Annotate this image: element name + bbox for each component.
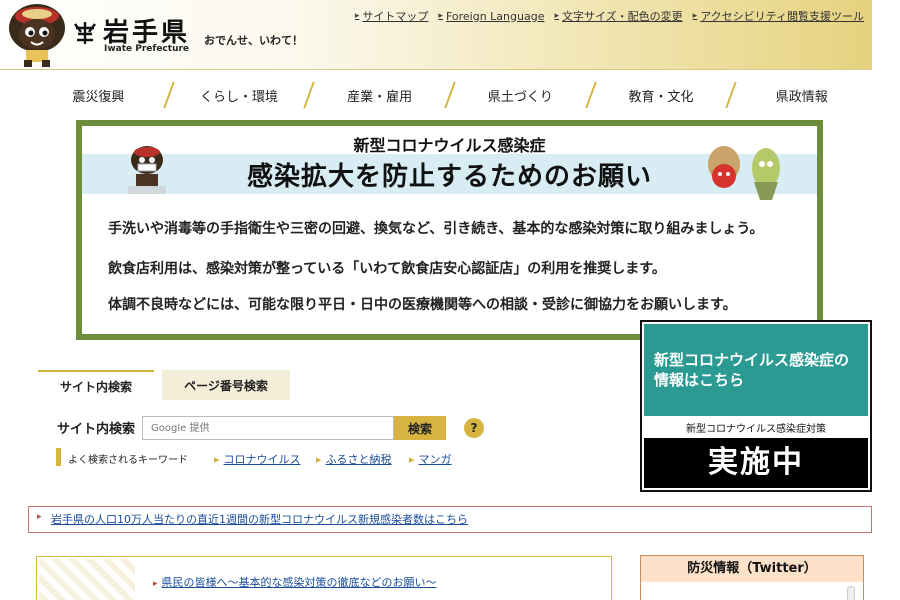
nav-separator xyxy=(584,82,598,108)
infection-count-notice: ▸ 岩手県の人口10万人当たりの直近1週間の新型コロナウイルス新規感染者数はこち… xyxy=(28,506,872,533)
search-input[interactable] xyxy=(142,416,394,440)
twitter-scrollbar[interactable] xyxy=(847,586,855,600)
nav-item-recovery[interactable]: 震災復興 xyxy=(35,86,162,105)
keyword-link-furusato[interactable]: ふるさと納税 xyxy=(316,451,392,467)
site-header: 岩手県 Iwate Prefecture おでんせ、いわて！ サイトマップ Fo… xyxy=(0,0,872,70)
news-decorative-pattern xyxy=(39,559,135,600)
nav-item-industry[interactable]: 産業・雇用 xyxy=(316,86,443,105)
masked-mascot-icon xyxy=(128,146,166,194)
foreign-language-link[interactable]: Foreign Language xyxy=(438,8,545,24)
news-box: 県民の皆様へ～基本的な感染対策の徹底などのお願い～ xyxy=(36,556,612,600)
infection-count-link[interactable]: 岩手県の人口10万人当たりの直近1週間の新型コロナウイルス新規感染者数はこちら xyxy=(51,511,468,527)
mascot-sobacchi-icon[interactable] xyxy=(6,2,68,68)
keyword-marker xyxy=(56,448,61,466)
keyword-link-manga[interactable]: マンガ xyxy=(409,451,452,467)
site-tagline: おでんせ、いわて！ xyxy=(204,34,303,47)
nav-item-education[interactable]: 教育・文化 xyxy=(598,86,725,105)
nav-item-land[interactable]: 県土づくり xyxy=(457,86,584,105)
text-size-color-link[interactable]: 文字サイズ・配色の変更 xyxy=(554,8,683,24)
banner-line-1: 手洗いや消毒等の手指衛生や三密の回避、換気など、引き続き、基本的な感染対策に取り… xyxy=(108,221,764,237)
covid-info-box[interactable]: 新型コロナウイルス感染症の情報はこちら 新型コロナウイルス感染症対策 実施中 xyxy=(640,320,872,492)
covid-info-headline[interactable]: 新型コロナウイルス感染症の情報はこちら xyxy=(644,324,868,416)
amabie-characters-icon xyxy=(708,146,780,200)
nav-separator xyxy=(302,82,316,108)
sitemap-link[interactable]: サイトマップ xyxy=(355,8,428,24)
accessibility-tool-link[interactable]: アクセシビリティ閲覧支援ツール xyxy=(693,8,864,24)
nav-separator xyxy=(162,82,176,108)
covid-prevention-banner[interactable]: 新型コロナウイルス感染症 感染拡大を防止するためのお願い 手洗いや消毒等の手指衛… xyxy=(76,120,823,340)
notice-arrow-icon: ▸ xyxy=(37,512,42,522)
global-nav: 震災復興 くらし・環境 産業・雇用 県土づくり 教育・文化 県政情報 xyxy=(35,80,865,110)
twitter-box-title: 防災情報（Twitter） xyxy=(641,556,863,582)
tab-site-search[interactable]: サイト内検索 xyxy=(38,370,154,400)
keyword-link-corona[interactable]: コロナウイルス xyxy=(214,451,301,467)
utility-links: サイトマップ Foreign Language 文字サイズ・配色の変更 アクセシ… xyxy=(355,8,864,24)
nav-separator xyxy=(724,82,738,108)
covid-measures-label: 新型コロナウイルス感染症対策 xyxy=(686,424,826,435)
banner-line-2: 飲食店利用は、感染対策が整っている「いわて飲食店安心認証店」の利用を推奨します。 xyxy=(108,261,666,277)
tab-page-number-search[interactable]: ページ番号検索 xyxy=(162,370,290,400)
prefecture-emblem-icon xyxy=(74,22,96,44)
search-label: サイト内検索 xyxy=(57,422,136,437)
search-button[interactable]: 検索 xyxy=(394,416,446,440)
nav-item-living[interactable]: くらし・環境 xyxy=(176,86,303,105)
banner-line-3: 体調不良時などには、可能な限り平日・日中の医療機関等への相談・受診に御協力をお願… xyxy=(108,297,737,313)
help-icon[interactable]: ? xyxy=(464,418,484,438)
disaster-twitter-box: 防災情報（Twitter） xyxy=(640,555,864,600)
nav-item-government[interactable]: 県政情報 xyxy=(738,86,865,105)
in-effect-badge[interactable]: 実施中 xyxy=(644,438,868,488)
popular-keywords-title: よく検索されるキーワード xyxy=(68,455,188,466)
site-subtitle: Iwate Prefecture xyxy=(104,44,190,54)
nav-separator xyxy=(443,82,457,108)
news-link-1[interactable]: 県民の皆様へ～基本的な感染対策の徹底などのお願い～ xyxy=(153,574,437,590)
